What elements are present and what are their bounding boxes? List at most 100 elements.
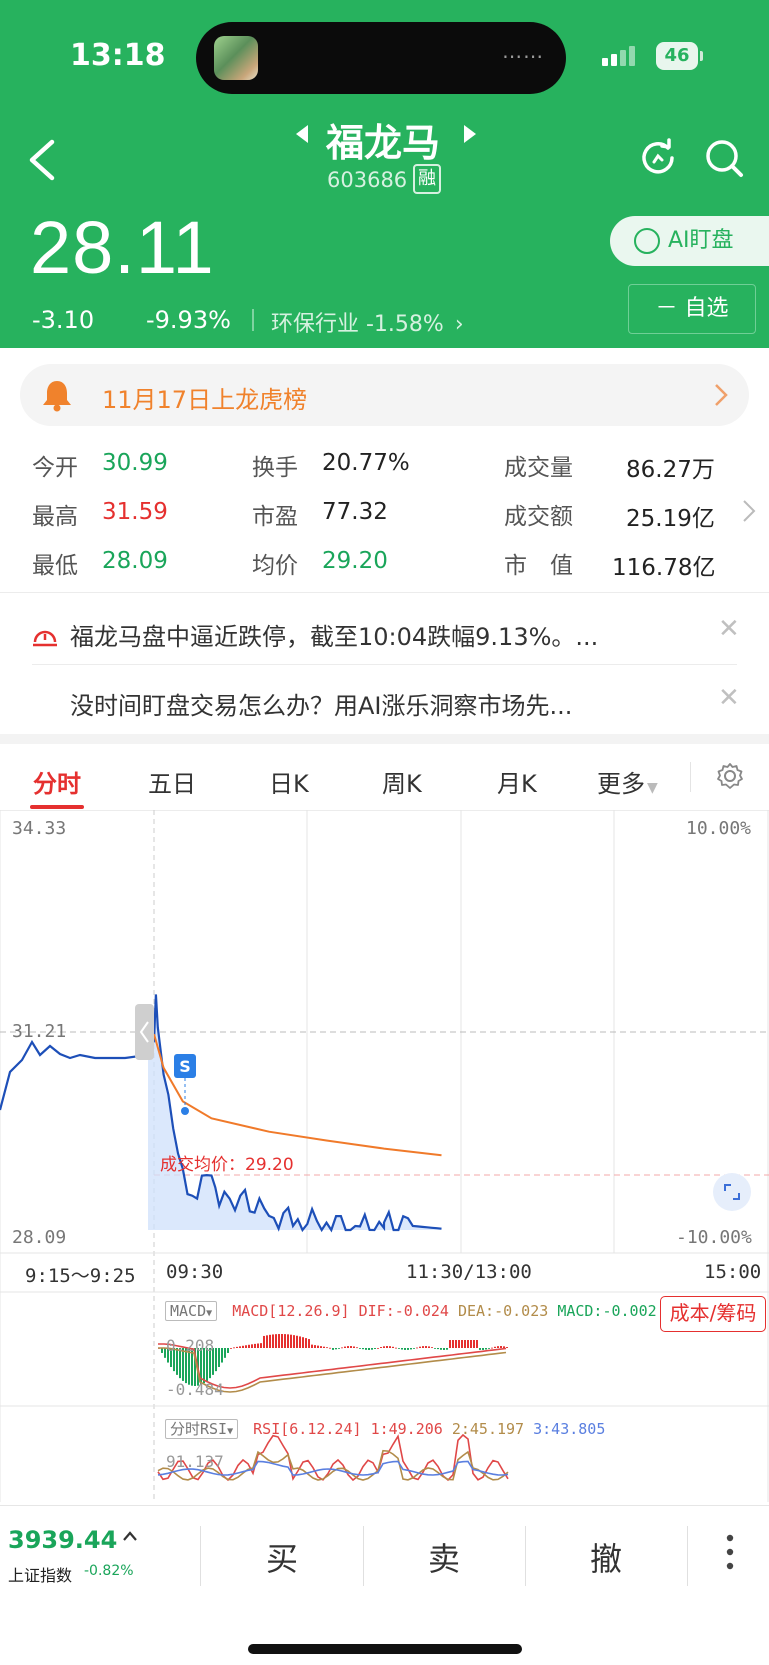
industry-label: 环保行业 -1.58% <box>271 312 444 337</box>
open-value: 30.99 <box>102 450 168 476</box>
close-icon[interactable]: ✕ <box>718 683 740 713</box>
macd-bar <box>455 1340 457 1348</box>
rsi-selector[interactable]: 分时RSI▼ <box>165 1419 239 1439</box>
macd-bar <box>224 1348 226 1358</box>
macd-bar <box>332 1348 334 1350</box>
tab-indicator <box>30 805 84 809</box>
home-indicator <box>248 1644 522 1654</box>
tab-intraday[interactable]: 分时 <box>33 764 81 799</box>
macd-bar <box>314 1345 316 1348</box>
pct-axis-top: 10.00% <box>686 818 752 839</box>
index-value[interactable]: 3939.44 <box>8 1526 117 1554</box>
sell-button[interactable]: 卖 <box>428 1534 460 1580</box>
current-price: 28.11 <box>30 206 215 289</box>
macd-bar <box>374 1348 376 1349</box>
macd-bar <box>395 1347 397 1349</box>
macd-bar <box>401 1348 403 1350</box>
macd-bar <box>431 1347 433 1348</box>
divider <box>252 309 254 331</box>
divider <box>687 1526 688 1586</box>
expand-quote-icon[interactable] <box>742 498 756 524</box>
divider <box>690 762 691 792</box>
macd-bar <box>464 1340 466 1348</box>
macd-bar <box>353 1346 355 1348</box>
macd-bar <box>458 1340 460 1348</box>
avg-price-line <box>153 1033 442 1157</box>
macd-bar <box>248 1344 250 1348</box>
macd-bar <box>491 1347 493 1349</box>
pct-axis-bottom: -10.00% <box>676 1227 752 1248</box>
volume-value: 86.27万 <box>626 457 715 483</box>
y-axis-mid: 31.21 <box>12 1021 67 1042</box>
macd-bar <box>383 1346 385 1348</box>
cost-chips-button[interactable]: 成本/筹码 <box>660 1296 766 1332</box>
back-icon[interactable] <box>24 138 64 182</box>
intraday-chart[interactable]: S <box>0 810 769 1510</box>
macd-selector[interactable]: MACD▼ <box>165 1301 218 1321</box>
dynamic-island: ⋯⋯ <box>196 22 566 94</box>
stock-header: 13:18 ⋯⋯ 46 福龙马 603686 融 28.11 -3.10 -9.… <box>0 0 769 348</box>
turnover-value: 20.77% <box>322 450 410 476</box>
macd-bar <box>278 1334 280 1348</box>
news-item[interactable]: 福龙马盘中逼近跌停，截至10:04跌幅9.13%。... <box>70 617 598 652</box>
industry-link[interactable]: 环保行业 -1.58% › <box>271 306 464 338</box>
dropdown-icon: ▼ <box>206 1308 213 1319</box>
macd-bar <box>251 1344 253 1348</box>
macd-bar <box>275 1334 277 1348</box>
tab-more[interactable]: 更多 ▼ <box>597 764 658 799</box>
tab-daily-k[interactable]: 日K <box>269 764 309 799</box>
price-line <box>0 994 442 1233</box>
settings-icon[interactable] <box>716 762 744 790</box>
refresh-icon[interactable] <box>638 138 678 178</box>
macd-bar <box>476 1340 478 1348</box>
macd-bar <box>413 1348 415 1349</box>
macd-bar <box>416 1347 418 1349</box>
macd-bar <box>446 1348 448 1350</box>
avg-label: 均价 <box>252 553 298 579</box>
chevron-up-icon[interactable] <box>122 1530 138 1542</box>
macd-bar <box>419 1346 421 1348</box>
add-favorite-button[interactable]: － 自选 <box>628 284 756 334</box>
macd-bar <box>287 1334 289 1348</box>
news-item[interactable]: 没时间盯盘交易怎么办？用AI涨乐洞察市场先... <box>70 686 572 721</box>
macd-bar <box>482 1348 484 1350</box>
cancel-order-button[interactable]: 撤 <box>590 1534 622 1580</box>
dragon-tiger-banner[interactable]: 11月17日上龙虎榜 <box>20 364 749 426</box>
macd-bar <box>227 1348 229 1353</box>
macd-header: MACD▼ MACD[12.26.9] DIF:-0.024 DEA:-0.02… <box>165 1301 657 1321</box>
macd-bar <box>500 1346 502 1348</box>
macd-bottom: -0.484 <box>166 1380 224 1399</box>
macd-bar <box>254 1343 256 1348</box>
macd-bar <box>485 1348 487 1350</box>
macd-bar <box>323 1346 325 1348</box>
close-icon[interactable]: ✕ <box>718 614 740 644</box>
tab-weekly-k[interactable]: 周K <box>382 764 422 799</box>
next-stock-icon[interactable] <box>464 125 476 143</box>
rsi-params: RSI[6.12.24] <box>253 1420 362 1438</box>
price-change: -3.10 <box>32 306 95 334</box>
collapse-handle <box>135 1004 154 1060</box>
buy-button[interactable]: 买 <box>266 1534 298 1580</box>
banner-text: 11月17日上龙虎榜 <box>102 386 308 414</box>
volume-label: 成交量 <box>504 455 573 481</box>
margin-badge: 融 <box>413 164 441 194</box>
tab-monthly-k[interactable]: 月K <box>497 764 537 799</box>
index-name: 上证指数 <box>8 1566 73 1585</box>
prev-stock-icon[interactable] <box>296 125 308 143</box>
ai-watch-button[interactable]: AI盯盘 <box>610 216 769 266</box>
time-label: 11:30/13:00 <box>406 1261 532 1283</box>
macd-bar <box>386 1346 388 1348</box>
search-icon[interactable] <box>704 138 744 178</box>
island-activity-icon: ⋯⋯ <box>502 44 544 68</box>
tab-five-day[interactable]: 五日 <box>148 764 196 799</box>
macd-bar <box>308 1339 310 1348</box>
macd-bar <box>356 1347 358 1349</box>
macd-bar <box>392 1346 394 1348</box>
low-label: 最低 <box>32 553 78 579</box>
macd-bar <box>365 1348 367 1350</box>
alert-icon <box>33 630 57 647</box>
pe-label: 市盈 <box>252 504 298 530</box>
macd-bar <box>422 1346 424 1348</box>
rsi-top: 91.137 <box>166 1452 224 1471</box>
more-icon[interactable] <box>726 1534 734 1570</box>
